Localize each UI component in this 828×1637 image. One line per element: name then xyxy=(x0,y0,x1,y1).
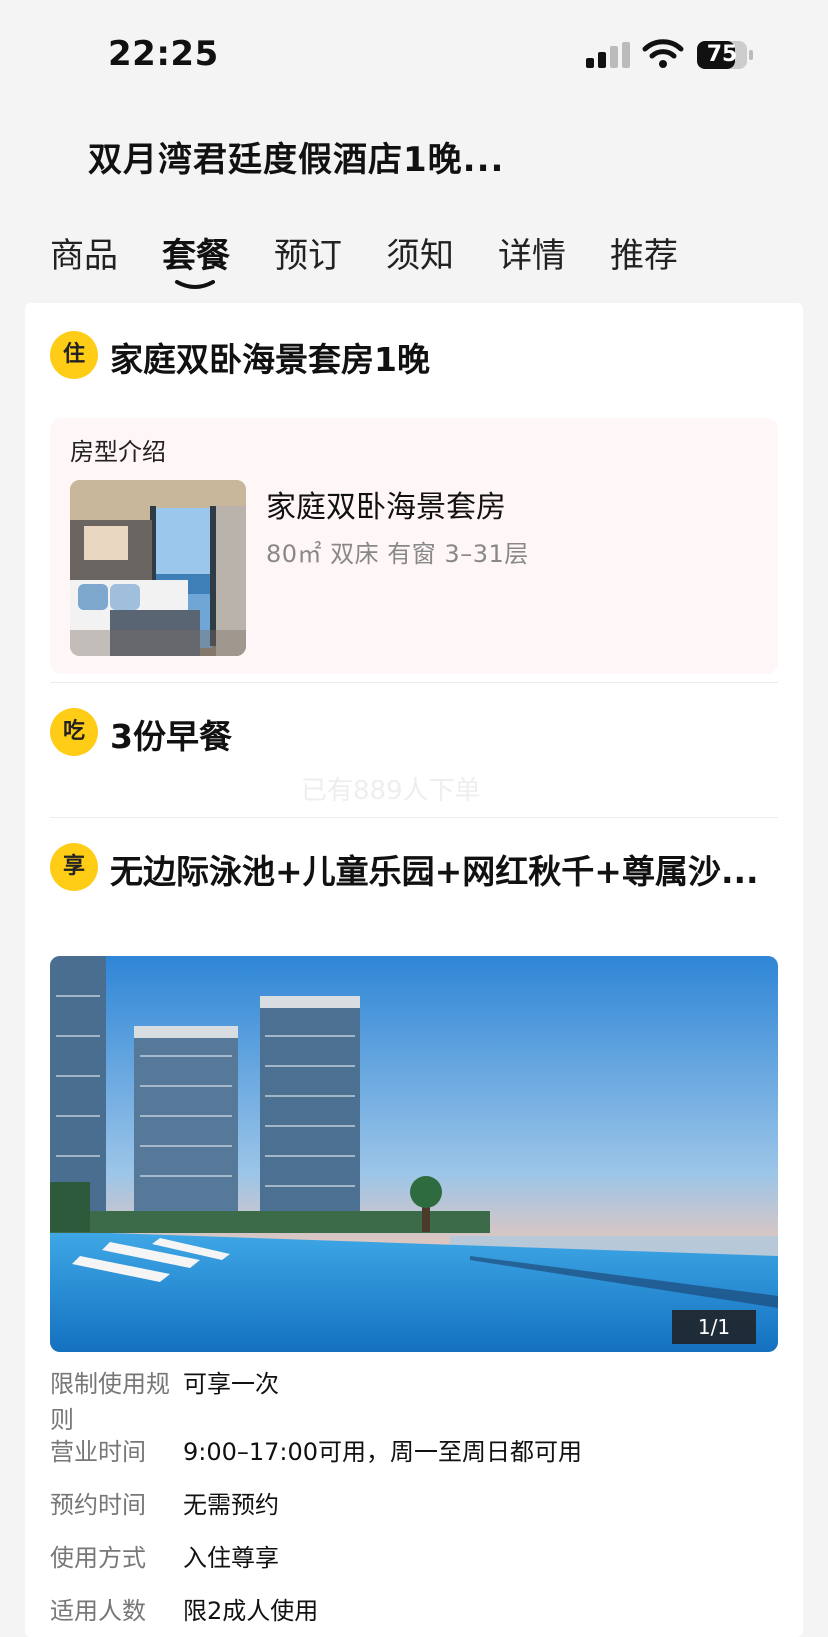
cellular-signal-icon xyxy=(586,42,630,68)
info-value: 无需预约 xyxy=(183,1491,279,1519)
package-card: 住 家庭双卧海景套房1晚 房型介绍 家庭双卧海景套房 80㎡ 双床 有窗 3–3… xyxy=(25,303,803,1637)
info-row-people: 适用人数 限2成人使用 xyxy=(50,1593,790,1633)
wifi-icon xyxy=(642,39,684,68)
order-count-watermark: 已有889人下单 xyxy=(301,776,481,806)
info-row-usage-method: 使用方式 入住尊享 xyxy=(50,1540,790,1580)
divider xyxy=(50,817,778,818)
room-specs: 80㎡ 双床 有窗 3–31层 xyxy=(266,540,529,568)
info-key: 适用人数 xyxy=(50,1597,146,1625)
enjoy-title: 无边际泳池+儿童乐园+网红秋千+尊属沙... xyxy=(110,852,759,891)
active-tab-indicator xyxy=(175,280,215,289)
battery-icon: 75 xyxy=(697,41,755,69)
facility-photo[interactable]: 1/1 xyxy=(50,956,778,1352)
battery-level: 75 xyxy=(706,42,738,67)
info-row-reservation: 预约时间 无需预约 xyxy=(50,1487,790,1527)
tab-booking[interactable]: 预订 xyxy=(274,228,342,277)
tab-notice[interactable]: 须知 xyxy=(386,228,454,277)
tab-products[interactable]: 商品 xyxy=(50,228,118,277)
info-key: 预约时间 xyxy=(50,1491,146,1519)
tab-bar: 商品 套餐 预订 须知 详情 推荐 xyxy=(50,228,810,298)
room-name: 家庭双卧海景套房 xyxy=(266,490,506,525)
tab-recommend[interactable]: 推荐 xyxy=(610,228,678,277)
tab-details[interactable]: 详情 xyxy=(498,228,566,277)
room-intro-box[interactable]: 房型介绍 家庭双卧海景套房 80㎡ 双床 有窗 3–31层 xyxy=(50,418,778,674)
info-value: 限2成人使用 xyxy=(183,1597,319,1625)
info-key: 限制使用规则 xyxy=(50,1370,170,1434)
enjoy-badge: 享 xyxy=(50,843,98,891)
room-intro-label: 房型介绍 xyxy=(70,438,166,466)
info-value: 可享一次 xyxy=(183,1370,279,1398)
info-value: 9:00–17:00可用，周一至周日都可用 xyxy=(183,1438,583,1466)
info-value: 入住尊享 xyxy=(183,1544,279,1572)
status-bar: 22:25 75 xyxy=(0,0,828,110)
info-key: 使用方式 xyxy=(50,1544,146,1572)
status-time: 22:25 xyxy=(108,34,219,74)
eat-badge: 吃 xyxy=(50,708,98,756)
divider xyxy=(50,682,778,683)
image-counter: 1/1 xyxy=(672,1310,756,1344)
info-key: 营业时间 xyxy=(50,1438,146,1466)
page-title: 双月湾君廷度假酒店1晚... xyxy=(88,140,505,180)
room-thumbnail[interactable] xyxy=(70,480,246,656)
page: 22:25 75 双月湾君廷度假酒店1晚... 商品 套餐 预订 须知 详情 推… xyxy=(0,0,828,1637)
info-row-business-hours: 营业时间 9:00–17:00可用，周一至周日都可用 xyxy=(50,1434,790,1474)
stay-title: 家庭双卧海景套房1晚 xyxy=(110,340,430,379)
info-row-usage-rule: 限制使用规则 可享一次 xyxy=(50,1366,790,1438)
tab-package[interactable]: 套餐 xyxy=(162,228,230,277)
stay-badge: 住 xyxy=(50,331,98,379)
eat-title: 3份早餐 xyxy=(110,717,232,756)
